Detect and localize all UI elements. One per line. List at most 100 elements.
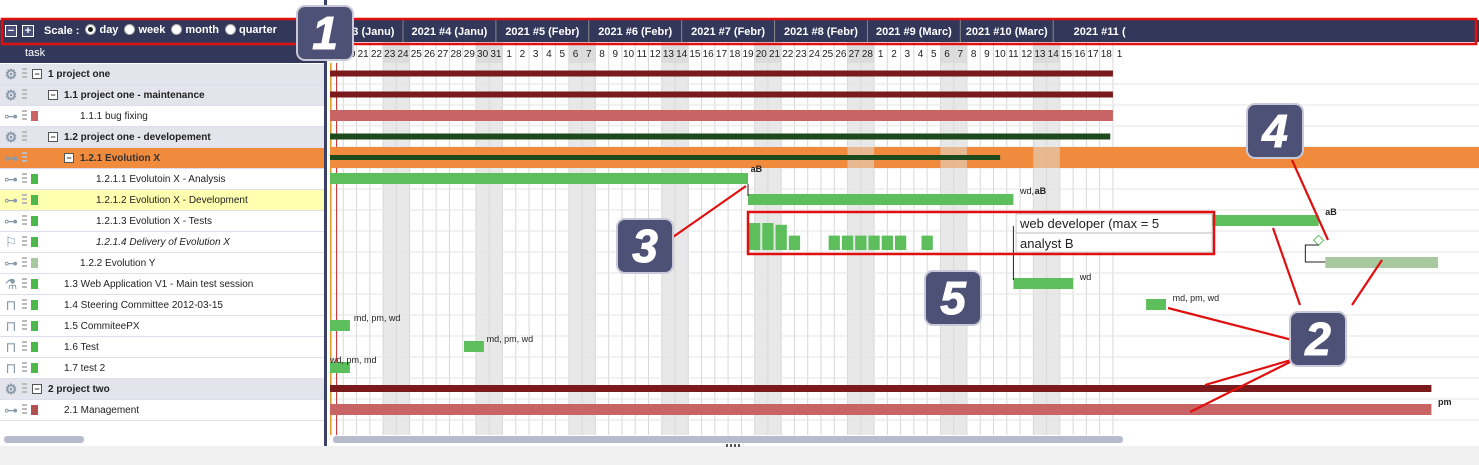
resource-label: wd, bbox=[1019, 186, 1034, 196]
radio-icon[interactable] bbox=[85, 24, 97, 36]
scale-option-month[interactable]: month bbox=[171, 24, 219, 36]
day-label: 24 bbox=[809, 49, 821, 60]
collapse-toggle-icon[interactable]: − bbox=[32, 384, 42, 394]
task-row[interactable]: ⊓ 1.4 Steering Committee 2012-03-15 bbox=[0, 295, 324, 316]
drag-handle-icon[interactable] bbox=[22, 152, 27, 164]
collapse-toggle-icon[interactable]: − bbox=[48, 132, 58, 142]
task-row[interactable]: ⊓ 1.7 test 2 bbox=[0, 358, 324, 379]
tree-icon[interactable]: ⊶ bbox=[3, 255, 19, 271]
radio-icon[interactable] bbox=[224, 24, 236, 36]
task-label[interactable]: 1.2 project one - developement bbox=[64, 132, 211, 143]
tooltip-line: web developer (max = 5 bbox=[1019, 216, 1159, 231]
task-label[interactable]: 2 project two bbox=[48, 384, 110, 395]
task-row[interactable]: ⊓ 1.6 Test bbox=[0, 337, 324, 358]
expand-all-button[interactable]: + bbox=[22, 25, 34, 37]
drag-handle-icon[interactable] bbox=[22, 236, 27, 248]
task-row[interactable]: ⚗ 1.3 Web Application V1 - Main test sess… bbox=[0, 274, 324, 295]
task-row[interactable]: ⊶ 1.2.1.3 Evolution X - Tests bbox=[0, 211, 324, 232]
drag-handle-icon[interactable] bbox=[22, 257, 27, 269]
task-row[interactable]: ⊶ 1.2.1.1 Evolutoin X - Analysis bbox=[0, 169, 324, 190]
drag-handle-icon[interactable] bbox=[22, 383, 27, 395]
collapse-all-button[interactable]: − bbox=[5, 25, 17, 37]
table-icon[interactable]: ⊓ bbox=[3, 360, 19, 376]
drag-handle-icon[interactable] bbox=[22, 299, 27, 311]
gear-icon[interactable]: ⚙ bbox=[3, 66, 19, 82]
flag-icon[interactable]: ⚐ bbox=[3, 234, 19, 250]
drag-handle-icon[interactable] bbox=[22, 215, 27, 227]
collapse-toggle-icon[interactable]: − bbox=[32, 69, 42, 79]
task-label[interactable]: 1.2.1.4 Delivery of Evolution X bbox=[96, 237, 230, 248]
gear-icon[interactable]: ⚙ bbox=[3, 381, 19, 397]
drag-handle-icon[interactable] bbox=[22, 131, 27, 143]
day-label: 11 bbox=[637, 49, 648, 60]
task-label[interactable]: 1.2.1.3 Evolution X - Tests bbox=[96, 216, 212, 227]
task-label[interactable]: 1.1 project one - maintenance bbox=[64, 90, 205, 101]
radio-icon[interactable] bbox=[171, 24, 183, 36]
task-row[interactable]: ⊓ 1.5 CommiteePX bbox=[0, 316, 324, 337]
collapse-toggle-icon[interactable]: − bbox=[64, 153, 74, 163]
task-row[interactable]: ⚙ −1 project one bbox=[0, 64, 324, 85]
task-label[interactable]: 1.1.1 bug fixing bbox=[80, 111, 148, 122]
drag-handle-icon[interactable] bbox=[22, 173, 27, 185]
task-list-scrollbar[interactable] bbox=[4, 436, 84, 443]
task-label[interactable]: 1.7 test 2 bbox=[64, 363, 105, 374]
radio-icon[interactable] bbox=[124, 24, 136, 36]
drag-handle-icon[interactable] bbox=[22, 404, 27, 416]
drag-handle-icon[interactable] bbox=[22, 320, 27, 332]
day-label: 22 bbox=[371, 49, 383, 60]
tree-icon[interactable]: ⊶ bbox=[3, 402, 19, 418]
task-row[interactable]: ⊶ −1.2.1 Evolution X bbox=[0, 148, 324, 169]
day-label: 28 bbox=[451, 49, 463, 60]
scale-option-quarter[interactable]: quarter bbox=[224, 24, 277, 36]
task-label[interactable]: 1.4 Steering Committee 2012-03-15 bbox=[64, 300, 223, 311]
scale-option-day[interactable]: day bbox=[85, 24, 118, 36]
collapse-toggle-icon[interactable]: − bbox=[48, 90, 58, 100]
task-label[interactable]: 1.5 CommiteePX bbox=[64, 321, 140, 332]
resize-grip[interactable] bbox=[726, 444, 742, 447]
week-label: 2021 #11 ( bbox=[1074, 26, 1126, 38]
task-row[interactable]: ⚙ −1.1 project one - maintenance bbox=[0, 85, 324, 106]
task-row[interactable]: ⊶ 2.1 Management bbox=[0, 400, 324, 421]
tree-icon[interactable]: ⊶ bbox=[3, 192, 19, 208]
drag-handle-icon[interactable] bbox=[22, 89, 27, 101]
task-label[interactable]: 2.1 Management bbox=[64, 405, 139, 416]
day-label: 2 bbox=[891, 49, 897, 60]
task-label[interactable]: 1.2.1.2 Evolution X - Development bbox=[96, 195, 248, 206]
day-label: 15 bbox=[689, 49, 701, 60]
task-row[interactable]: ⚙ −2 project two bbox=[0, 379, 324, 400]
gantt-scrollbar[interactable] bbox=[333, 436, 1123, 443]
drag-handle-icon[interactable] bbox=[22, 194, 27, 206]
resource-label: aB bbox=[1035, 186, 1047, 196]
tree-icon[interactable]: ⊶ bbox=[3, 213, 19, 229]
task-label[interactable]: 1.2.2 Evolution Y bbox=[80, 258, 155, 269]
gear-icon[interactable]: ⚙ bbox=[3, 87, 19, 103]
task-row[interactable]: ⚙ −1.2 project one - developement bbox=[0, 127, 324, 148]
task-color-swatch bbox=[31, 237, 38, 247]
gear-icon[interactable]: ⚙ bbox=[3, 129, 19, 145]
drag-handle-icon[interactable] bbox=[22, 68, 27, 80]
drag-handle-icon[interactable] bbox=[22, 362, 27, 374]
task-row[interactable]: ⊶ 1.1.1 bug fixing bbox=[0, 106, 324, 127]
task-label[interactable]: 1.2.1.1 Evolutoin X - Analysis bbox=[96, 174, 226, 185]
tree-icon[interactable]: ⊶ bbox=[3, 150, 19, 166]
drag-handle-icon[interactable] bbox=[22, 110, 27, 122]
drag-handle-icon[interactable] bbox=[22, 341, 27, 353]
table-icon[interactable]: ⊓ bbox=[3, 339, 19, 355]
tree-icon[interactable]: ⊶ bbox=[3, 108, 19, 124]
task-label[interactable]: 1 project one bbox=[48, 69, 110, 80]
task-label[interactable]: 1.2.1 Evolution X bbox=[80, 153, 160, 164]
scale-option-label: day bbox=[99, 23, 119, 36]
drag-handle-icon[interactable] bbox=[22, 278, 27, 290]
task-row[interactable]: ⚐ 1.2.1.4 Delivery of Evolution X bbox=[0, 232, 324, 253]
task-label[interactable]: 1.3 Web Application V1 - Main test sessi… bbox=[64, 279, 253, 290]
tree-icon[interactable]: ⊶ bbox=[3, 171, 19, 187]
day-label: 1 bbox=[878, 49, 884, 60]
table-icon[interactable]: ⊓ bbox=[3, 297, 19, 313]
flask-icon[interactable]: ⚗ bbox=[3, 276, 19, 292]
table-icon[interactable]: ⊓ bbox=[3, 318, 19, 334]
task-row[interactable]: ⊶ 1.2.1.2 Evolution X - Development bbox=[0, 190, 324, 211]
task-label[interactable]: 1.6 Test bbox=[64, 342, 99, 353]
task-row[interactable]: ⊶ 1.2.2 Evolution Y bbox=[0, 253, 324, 274]
scale-option-week[interactable]: week bbox=[124, 24, 165, 36]
gantt-chart: 19 20 21 22 23 24 25 26 27 28 29 30 31 1 2 3 4 5 6 7 8 9 10 11 1… bbox=[330, 20, 1479, 435]
